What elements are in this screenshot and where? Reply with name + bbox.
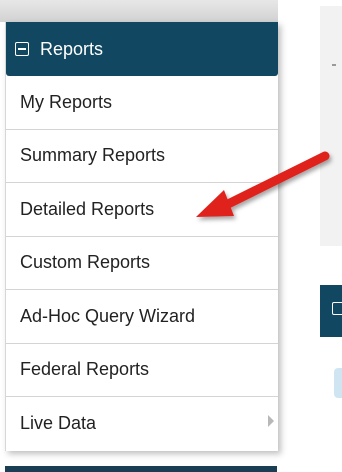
menu-item-label: Ad-Hoc Query Wizard xyxy=(20,305,196,326)
background-panel xyxy=(320,6,342,246)
menu-item-label: Custom Reports xyxy=(20,252,151,273)
collapse-box-icon[interactable] xyxy=(15,42,29,56)
menu-item-federal-reports[interactable]: Federal Reports xyxy=(6,344,278,397)
menu-item-custom-reports[interactable]: Custom Reports xyxy=(6,237,278,290)
background-panel-header xyxy=(320,285,342,337)
menu-item-label: Summary Reports xyxy=(20,145,166,166)
reports-menu-title: Reports xyxy=(40,38,104,59)
menu-item-label: My Reports xyxy=(20,91,113,112)
menu-item-label: Live Data xyxy=(20,413,97,434)
menu-item-label: Detailed Reports xyxy=(20,198,155,219)
menu-item-detailed-reports[interactable]: Detailed Reports xyxy=(6,183,278,237)
chevron-right-icon xyxy=(268,415,274,427)
menu-item-ad-hoc-query-wizard[interactable]: Ad-Hoc Query Wizard xyxy=(6,290,278,344)
collapse-box-icon xyxy=(332,302,342,315)
reports-menu-header[interactable]: Reports xyxy=(6,22,278,76)
reports-menu: Reports My Reports Summary Reports Detai… xyxy=(5,22,278,451)
menu-item-my-reports[interactable]: My Reports xyxy=(6,76,278,130)
panel-dash xyxy=(332,64,336,66)
background-chip xyxy=(334,368,342,398)
menu-item-label: Federal Reports xyxy=(20,359,150,380)
menu-item-live-data[interactable]: Live Data xyxy=(6,397,278,451)
screenshot-page: Reports My Reports Summary Reports Detai… xyxy=(0,0,342,472)
top-strip xyxy=(0,0,278,22)
bottom-strip xyxy=(5,466,277,472)
menu-item-summary-reports[interactable]: Summary Reports xyxy=(6,130,278,183)
